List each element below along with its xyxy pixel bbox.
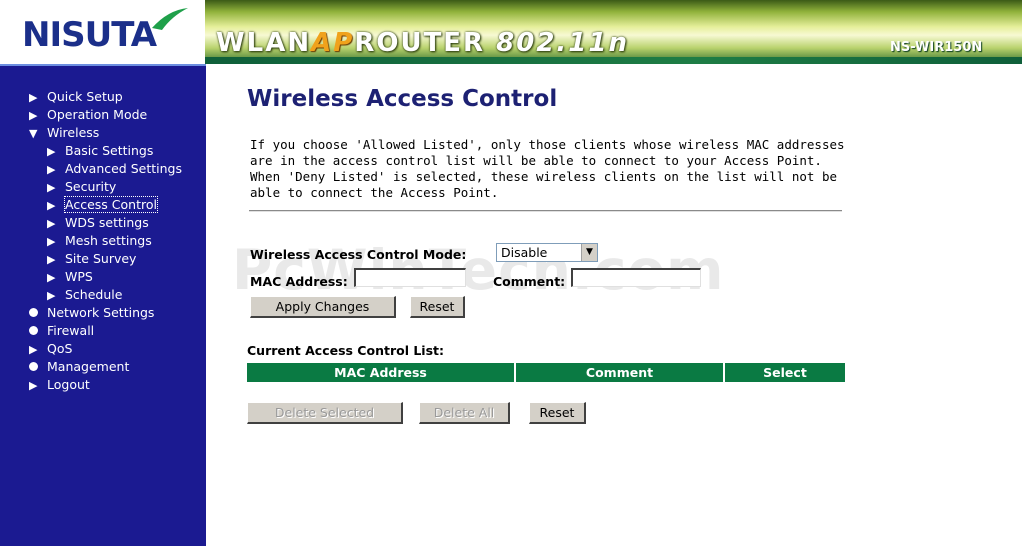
sidebar-item-firewall[interactable]: Firewall xyxy=(29,323,94,339)
acl-list-title: Current Access Control List: xyxy=(247,343,444,358)
sidebar-item-basic-settings[interactable]: ▶ Basic Settings xyxy=(47,143,153,159)
acl-table-header: MAC Address Comment Select xyxy=(247,363,845,382)
comment-label: Comment: xyxy=(493,274,566,289)
sidebar-item-management[interactable]: Management xyxy=(29,359,129,375)
reset-form-button[interactable]: Reset xyxy=(410,296,465,318)
delete-all-button[interactable]: Delete All xyxy=(419,402,510,424)
triangle-right-icon: ▶ xyxy=(47,145,56,158)
mac-address-input[interactable] xyxy=(354,268,466,287)
mode-label: Wireless Access Control Mode: xyxy=(250,247,467,262)
triangle-right-icon: ▶ xyxy=(47,253,56,266)
comment-input[interactable] xyxy=(571,268,701,287)
column-comment: Comment xyxy=(516,363,725,382)
access-control-mode-select[interactable]: Disable ▼ xyxy=(496,243,598,262)
column-mac-address: MAC Address xyxy=(247,363,516,382)
triangle-down-icon: ▼ xyxy=(29,127,38,140)
triangle-right-icon: ▶ xyxy=(47,271,56,284)
triangle-right-icon: ▶ xyxy=(47,235,56,248)
sidebar-item-logout[interactable]: ▶ Logout xyxy=(29,377,90,393)
intro-text: If you choose 'Allowed Listed', only tho… xyxy=(250,137,845,200)
sidebar-item-mesh-settings[interactable]: ▶ Mesh settings xyxy=(47,233,152,249)
sidebar-item-wds-settings[interactable]: ▶ WDS settings xyxy=(47,215,149,231)
triangle-right-icon: ▶ xyxy=(47,289,56,302)
triangle-right-icon: ▶ xyxy=(29,91,38,104)
bullet-dot-icon xyxy=(29,308,38,317)
model-name: NS-WIR150N xyxy=(890,40,983,55)
sidebar-item-schedule[interactable]: ▶ Schedule xyxy=(47,287,122,303)
bullet-dot-icon xyxy=(29,362,38,371)
sidebar-item-operation-mode[interactable]: ▶ Operation Mode xyxy=(29,107,147,123)
divider xyxy=(249,210,842,212)
triangle-right-icon: ▶ xyxy=(47,181,56,194)
sidebar-item-security[interactable]: ▶ Security xyxy=(47,179,116,195)
sidebar-item-wireless[interactable]: ▼ Wireless xyxy=(29,125,99,141)
reset-list-button[interactable]: Reset xyxy=(529,402,586,424)
sidebar-item-site-survey[interactable]: ▶ Site Survey xyxy=(47,251,136,267)
triangle-right-icon: ▶ xyxy=(29,379,38,392)
dropdown-arrow-icon[interactable]: ▼ xyxy=(581,244,597,261)
mode-select-value: Disable xyxy=(501,245,548,260)
triangle-right-icon: ▶ xyxy=(47,163,56,176)
banner-stripe xyxy=(205,57,1022,64)
bullet-dot-icon xyxy=(29,326,38,335)
header: NISUTA WLANAPROUTER 802.11n NS-WIR150N xyxy=(0,0,1022,64)
sidebar-item-advanced-settings[interactable]: ▶ Advanced Settings xyxy=(47,161,182,177)
triangle-right-icon: ▶ xyxy=(47,199,56,212)
nisuta-logo: NISUTA xyxy=(22,15,157,55)
page-title: Wireless Access Control xyxy=(247,86,558,112)
logo-swoosh-icon xyxy=(152,8,188,30)
apply-changes-button[interactable]: Apply Changes xyxy=(250,296,396,318)
triangle-right-icon: ▶ xyxy=(29,343,38,356)
delete-selected-button[interactable]: Delete Selected xyxy=(247,402,403,424)
sidebar-item-access-control[interactable]: ▶ Access Control xyxy=(43,196,158,213)
triangle-right-icon: ▶ xyxy=(47,217,56,230)
sidebar-item-quick-setup[interactable]: ▶ Quick Setup xyxy=(29,89,123,105)
sidebar-item-network-settings[interactable]: Network Settings xyxy=(29,305,154,321)
sidebar-item-qos[interactable]: ▶ QoS xyxy=(29,341,72,357)
sidebar-item-wps[interactable]: ▶ WPS xyxy=(47,269,93,285)
mac-address-label: MAC Address: xyxy=(250,274,348,289)
banner-title: WLANAPROUTER 802.11n xyxy=(216,28,629,58)
column-select: Select xyxy=(725,363,845,382)
sidebar-divider xyxy=(0,64,206,66)
logo-area: NISUTA xyxy=(0,0,205,64)
triangle-right-icon: ▶ xyxy=(29,109,38,122)
